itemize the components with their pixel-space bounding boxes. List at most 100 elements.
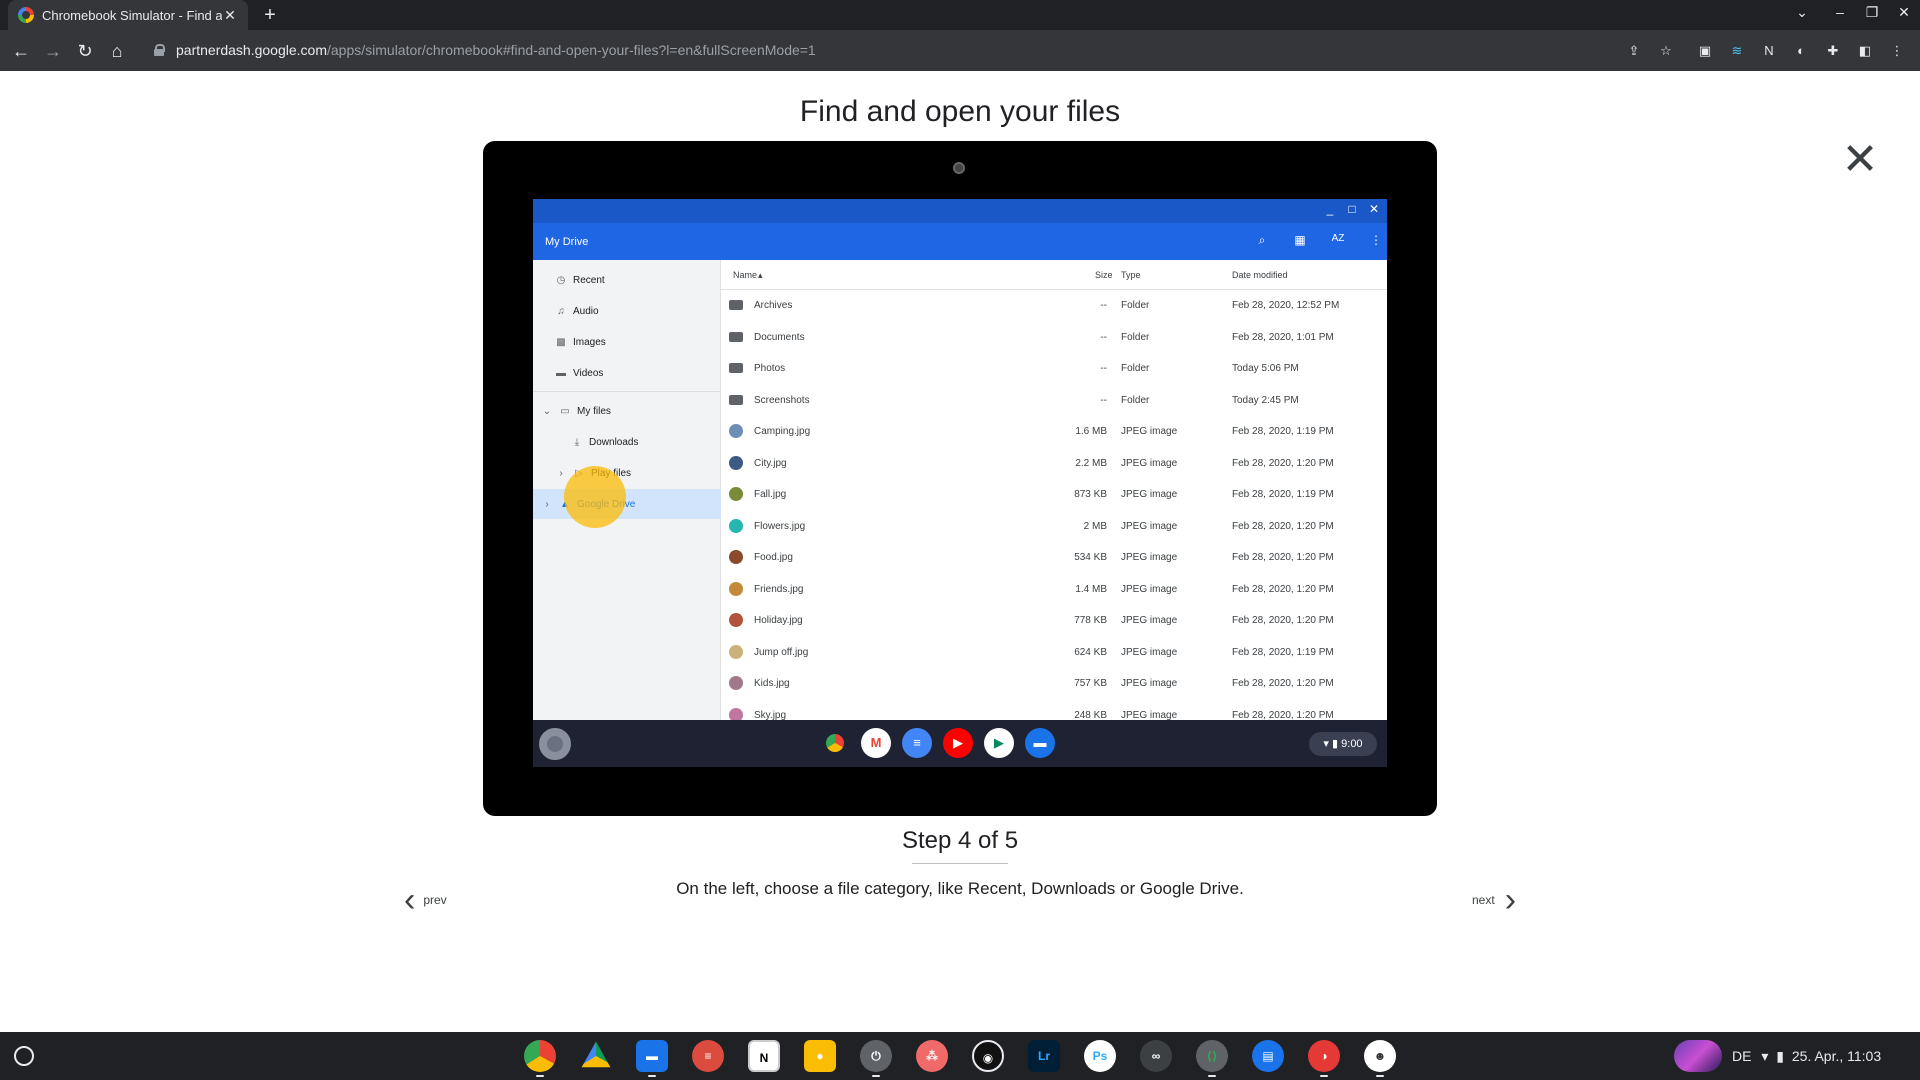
code-icon[interactable]: ⟨⟩ bbox=[1196, 1040, 1228, 1072]
sidebar-item-audio[interactable]: ♫ Audio bbox=[533, 296, 721, 326]
new-tab-button[interactable]: + bbox=[258, 4, 282, 26]
address-bar[interactable]: partnerdash.google.com/apps/simulator/ch… bbox=[140, 35, 1620, 65]
battery-icon: ▮ bbox=[1332, 738, 1339, 750]
lightroom-icon[interactable]: Lr bbox=[1028, 1040, 1060, 1072]
cell-size: 873 KB bbox=[1074, 489, 1107, 500]
next-button[interactable]: next › bbox=[1472, 883, 1516, 917]
close-icon[interactable]: ✕ bbox=[1840, 138, 1880, 182]
browser-tab[interactable]: Chromebook Simulator - Find ar ✕ bbox=[8, 0, 248, 30]
reload-icon[interactable]: ↻ bbox=[73, 39, 97, 63]
close-tab-icon[interactable]: ✕ bbox=[222, 7, 238, 24]
chevron-right-icon[interactable]: › bbox=[555, 468, 567, 479]
cell-name: Photos bbox=[754, 363, 786, 374]
minimize-icon[interactable]: – bbox=[1828, 4, 1852, 20]
restore-icon[interactable]: ❐ bbox=[1860, 4, 1884, 21]
table-row[interactable]: Fall.jpg 873 KB JPEG image Feb 28, 2020, 1:… bbox=[721, 479, 1387, 510]
grid-view-icon[interactable]: ▦ bbox=[1291, 233, 1309, 247]
simulated-screen: _ □ ✕ My Drive ⌕ ▦ AZ ⋮ ◷ Recent ♫ Audio ▩… bbox=[533, 199, 1387, 767]
youtube-icon[interactable]: ▶ bbox=[943, 728, 973, 758]
prev-button[interactable]: ‹ prev bbox=[404, 883, 447, 917]
cell-name: Food.jpg bbox=[754, 552, 793, 563]
more-options-icon[interactable]: ⋮ bbox=[1367, 233, 1385, 247]
cell-date: Feb 28, 2020, 1:20 PM bbox=[1232, 583, 1334, 595]
files-icon[interactable]: ▬ bbox=[636, 1040, 668, 1072]
docs-icon[interactable]: ≡ bbox=[902, 728, 932, 758]
table-row[interactable]: Friends.jpg 1.4 MB JPEG image Feb 28, 2020,… bbox=[721, 574, 1387, 605]
sidebar-item-google-drive[interactable]: ›▲Google Drive bbox=[533, 489, 721, 519]
table-row[interactable]: Food.jpg 534 KB JPEG image Feb 28, 2020, 1:… bbox=[721, 542, 1387, 573]
launcher-icon[interactable] bbox=[539, 728, 571, 760]
menu-kebab-icon[interactable]: ⋮ bbox=[1888, 42, 1906, 60]
sidebar-item-recent[interactable]: ◷ Recent bbox=[533, 265, 721, 295]
table-row[interactable]: Screenshots -- Folder Today 2:45 PM bbox=[721, 385, 1387, 416]
todoist-icon[interactable]: ≡ bbox=[692, 1040, 724, 1072]
table-row[interactable]: Jump off.jpg 624 KB JPEG image Feb 28, 2020… bbox=[721, 637, 1387, 668]
chrome-icon[interactable] bbox=[820, 728, 850, 758]
notion-extension-icon[interactable]: N bbox=[1760, 42, 1778, 60]
search-icon[interactable]: ⌕ bbox=[1253, 233, 1271, 248]
window-minimize-icon[interactable]: _ bbox=[1321, 202, 1339, 216]
sidebar-item-images[interactable]: ▩ Images bbox=[533, 327, 721, 357]
table-row[interactable]: City.jpg 2.2 MB JPEG image Feb 28, 2020, 1:… bbox=[721, 448, 1387, 479]
drive-icon[interactable] bbox=[581, 1041, 611, 1068]
photoshop-icon[interactable]: Ps bbox=[1084, 1040, 1116, 1072]
bookmark-star-icon[interactable]: ☆ bbox=[1657, 42, 1675, 60]
chevron-right-icon[interactable]: › bbox=[541, 499, 553, 510]
power-icon[interactable]: ⏻ bbox=[860, 1040, 892, 1072]
notion-icon[interactable]: N bbox=[748, 1040, 780, 1072]
messages-icon[interactable]: ▤ bbox=[1252, 1040, 1284, 1072]
extension-wave-icon[interactable]: ≋ bbox=[1728, 42, 1746, 60]
sidebar-item-play-files[interactable]: ›▷Play files bbox=[533, 458, 721, 488]
cell-type: JPEG image bbox=[1121, 457, 1178, 469]
column-header-size[interactable]: Size bbox=[1095, 270, 1113, 280]
download-icon: ⤓ bbox=[574, 436, 580, 448]
column-header-type[interactable]: Type bbox=[1121, 270, 1141, 280]
keyboard-language: DE bbox=[1732, 1048, 1752, 1064]
status-tray[interactable]: ▾ ▮ 9:00 bbox=[1309, 732, 1377, 756]
extension-icon[interactable]: ▣ bbox=[1696, 42, 1714, 60]
back-icon[interactable]: ← bbox=[9, 39, 33, 63]
table-row[interactable]: Archives -- Folder Feb 28, 2020, 12:52 PM bbox=[721, 290, 1387, 321]
column-header-date[interactable]: Date modified bbox=[1232, 270, 1288, 280]
chromebook-device: _ □ ✕ My Drive ⌕ ▦ AZ ⋮ ◷ Recent ♫ Audio ▩… bbox=[483, 141, 1437, 816]
sidebar-item-downloads[interactable]: ⤓ Downloads bbox=[533, 427, 721, 457]
column-header-name[interactable]: Name bbox=[733, 270, 757, 280]
share-icon[interactable]: ⇪ bbox=[1625, 42, 1643, 60]
penguin-icon[interactable]: ☻ bbox=[1364, 1040, 1396, 1072]
launcher-icon[interactable] bbox=[14, 1046, 34, 1066]
dc-icon[interactable]: ◑ bbox=[1308, 1040, 1340, 1072]
close-window-icon[interactable]: ✕ bbox=[1892, 4, 1916, 21]
table-row[interactable]: Documents -- Folder Feb 28, 2020, 1:01 PM bbox=[721, 322, 1387, 353]
creative-cloud-icon[interactable]: ∞ bbox=[1140, 1040, 1172, 1072]
table-row[interactable]: Photos -- Folder Today 5:06 PM bbox=[721, 353, 1387, 384]
chrome-icon[interactable] bbox=[524, 1040, 556, 1072]
chevron-down-icon[interactable]: ⌄ bbox=[541, 406, 553, 417]
table-row[interactable]: Camping.jpg 1.6 MB JPEG image Feb 28, 2020,… bbox=[721, 416, 1387, 447]
table-row[interactable]: Holiday.jpg 778 KB JPEG image Feb 28, 2020,… bbox=[721, 605, 1387, 636]
asana-icon[interactable]: ⁂ bbox=[916, 1040, 948, 1072]
system-tray[interactable]: DE ▾ ▮ 25. Apr., 11:03 bbox=[1732, 1042, 1914, 1070]
sidebar-item-label: Downloads bbox=[589, 436, 639, 448]
window-close-icon[interactable]: ✕ bbox=[1365, 202, 1383, 216]
screen-recorder-icon[interactable]: ◉ bbox=[972, 1040, 1004, 1072]
table-row[interactable]: Kids.jpg 757 KB JPEG image Feb 28, 2020, 1:… bbox=[721, 668, 1387, 699]
side-panel-icon[interactable]: ◧ bbox=[1856, 42, 1874, 60]
files-icon[interactable]: ▬ bbox=[1025, 728, 1055, 758]
window-maximize-icon[interactable]: □ bbox=[1343, 202, 1361, 216]
gmail-icon[interactable]: M bbox=[861, 728, 891, 758]
play-store-icon[interactable]: ▶ bbox=[984, 728, 1014, 758]
sort-icon[interactable]: AZ bbox=[1329, 233, 1347, 244]
running-indicator bbox=[1320, 1075, 1328, 1077]
forward-icon[interactable]: → bbox=[41, 39, 65, 63]
avatar[interactable] bbox=[1674, 1040, 1722, 1072]
table-row[interactable]: Flowers.jpg 2 MB JPEG image Feb 28, 2020, 1… bbox=[721, 511, 1387, 542]
cell-size: 2.2 MB bbox=[1075, 457, 1107, 469]
keep-icon[interactable]: ● bbox=[804, 1040, 836, 1072]
sidebar-item-my-files[interactable]: ⌄ ▭ My files bbox=[533, 396, 721, 426]
date-time: 25. Apr., 11:03 bbox=[1791, 1048, 1882, 1064]
home-icon[interactable]: ⌂ bbox=[105, 39, 129, 63]
tab-search-icon[interactable]: ⌄ bbox=[1790, 4, 1814, 21]
sidebar-item-videos[interactable]: ▬ Videos bbox=[533, 358, 721, 388]
extension-globe-icon[interactable]: ◐ bbox=[1792, 42, 1810, 60]
puzzle-extensions-icon[interactable]: ✚ bbox=[1824, 42, 1842, 60]
